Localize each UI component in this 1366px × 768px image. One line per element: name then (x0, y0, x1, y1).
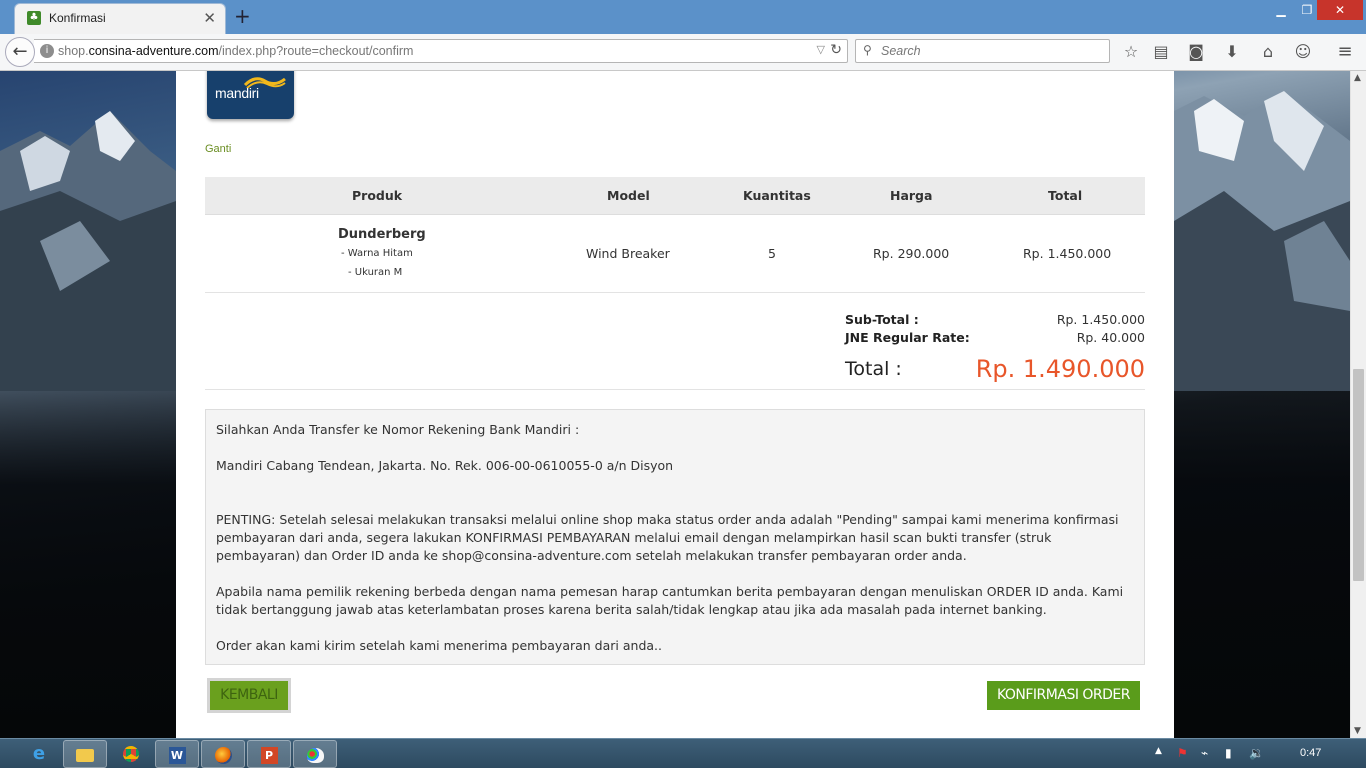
order-table-header: Produk Model Kuantitas Harga Total (205, 177, 1145, 215)
product-name[interactable]: Dunderberg (338, 227, 426, 242)
site-info-icon[interactable]: i (40, 44, 54, 58)
grand-total-label: Total : (845, 358, 902, 380)
checkout-confirm-page: mandiri Ganti Produk Model Kuantitas Har… (176, 71, 1174, 738)
pocket-icon[interactable]: ◙ (1185, 41, 1207, 63)
bookmarks-library-icon[interactable]: ▤ (1150, 41, 1172, 63)
new-tab-button[interactable]: + (234, 4, 251, 28)
scroll-up-icon[interactable]: ▲ (1354, 73, 1361, 83)
word-icon[interactable]: W (155, 740, 199, 768)
start-button[interactable] (0, 739, 16, 768)
paint-icon[interactable] (293, 740, 337, 768)
url-path: /index.php?route=checkout/confirm (218, 44, 414, 58)
system-clock[interactable]: 0:47 (1300, 747, 1321, 759)
internet-explorer-icon[interactable]: e (17, 740, 61, 768)
url-text[interactable]: shop.consina-adventure.com/index.php?rou… (58, 44, 413, 58)
tree-favicon-icon: ♣ (27, 11, 41, 25)
product-option-color: - Warna Hitam (341, 248, 413, 259)
important-notice: PENTING: Setelah selesai melakukan trans… (216, 512, 1119, 563)
page-viewport: mandiri Ganti Produk Model Kuantitas Har… (0, 71, 1350, 738)
close-window-icon[interactable]: ✕ (1317, 0, 1363, 20)
firefox-icon[interactable] (201, 740, 245, 768)
search-placeholder: Search (881, 44, 921, 58)
volume-icon[interactable]: 🔉 (1249, 746, 1264, 760)
search-bar[interactable]: ⚲ Search (855, 39, 1110, 63)
shipping-label: JNE Regular Rate: (845, 330, 970, 345)
vertical-scrollbar[interactable]: ▲ ▼ (1350, 71, 1366, 738)
product-option-size: - Ukuran M (348, 267, 403, 278)
shipping-notice: Order akan kami kirim setelah kami mener… (216, 638, 662, 653)
action-center-flag-icon[interactable]: ⚑ (1177, 746, 1188, 760)
browser-toolbar: i shop.consina-adventure.com/index.php?r… (0, 34, 1366, 71)
subtotal-value: Rp. 1.450.000 (1056, 312, 1145, 327)
table-row: Dunderberg - Warna Hitam - Ukuran M Wind… (205, 215, 1145, 293)
product-model: Wind Breaker (586, 246, 670, 261)
mountain-background-right (1174, 91, 1350, 391)
chrome-icon[interactable] (109, 740, 153, 768)
close-tab-icon[interactable]: ✕ (203, 9, 216, 27)
back-button-kembali[interactable]: KEMBALI (207, 678, 291, 713)
reload-icon[interactable]: ↻ (830, 42, 842, 58)
header-total: Total (1048, 188, 1083, 203)
scroll-down-icon[interactable]: ▼ (1354, 726, 1361, 736)
home-icon[interactable]: ⌂ (1257, 41, 1279, 63)
transfer-instructions: Silahkan Anda Transfer ke Nomor Rekening… (205, 409, 1145, 665)
subtotal-label: Sub-Total : (845, 312, 919, 327)
windows-taskbar: e W P ▲ ⚑ ⌁ ▮ 🔉 0:47 (0, 738, 1366, 768)
show-hidden-icons[interactable]: ▲ (1155, 746, 1162, 756)
browser-titlebar: ♣ Konfirmasi ✕ + ▁ ❐ ✕ (0, 0, 1366, 34)
powerpoint-icon[interactable]: P (247, 740, 291, 768)
url-domain: consina-adventure.com (88, 44, 219, 58)
mandiri-bank-logo: mandiri (207, 71, 294, 119)
network-signal-icon[interactable]: ▮ (1225, 746, 1232, 760)
url-dropdown-icon[interactable]: ▽ (817, 43, 825, 56)
product-quantity: 5 (768, 246, 776, 261)
header-price: Harga (890, 188, 933, 203)
search-icon: ⚲ (863, 43, 872, 57)
url-prefix: shop. (58, 44, 89, 58)
tab-title: Konfirmasi (49, 11, 106, 25)
header-quantity: Kuantitas (743, 188, 811, 203)
bank-account-details: Mandiri Cabang Tendean, Jakarta. No. Rek… (216, 458, 674, 473)
downloads-icon[interactable]: ⬇ (1221, 41, 1243, 63)
browser-tab[interactable]: ♣ Konfirmasi ✕ (14, 3, 226, 34)
bookmark-star-icon[interactable]: ☆ (1120, 41, 1142, 63)
power-plug-icon[interactable]: ⌁ (1201, 746, 1208, 760)
hello-smiley-icon[interactable]: ☺ (1292, 41, 1314, 63)
grand-total-value: Rp. 1.490.000 (975, 355, 1145, 383)
header-model: Model (607, 188, 650, 203)
change-payment-link[interactable]: Ganti (205, 143, 231, 155)
product-total: Rp. 1.450.000 (1023, 246, 1112, 261)
account-name-notice: Apabila nama pemilik rekening berbeda de… (216, 584, 1124, 617)
bank-logo-text: mandiri (215, 85, 259, 101)
minimize-window-icon[interactable]: ▁ (1268, 0, 1294, 20)
product-price: Rp. 290.000 (873, 246, 950, 261)
transfer-intro: Silahkan Anda Transfer ke Nomor Rekening… (216, 422, 580, 437)
mountain-background-left (0, 111, 176, 391)
menu-hamburger-icon[interactable]: ≡ (1334, 41, 1356, 63)
scroll-thumb[interactable] (1353, 369, 1364, 581)
address-bar[interactable]: i shop.consina-adventure.com/index.php?r… (34, 39, 848, 63)
confirm-order-button[interactable]: KONFIRMASI ORDER (987, 681, 1140, 710)
shipping-value: Rp. 40.000 (1076, 330, 1145, 345)
back-button[interactable]: ← (5, 37, 35, 67)
file-explorer-icon[interactable] (63, 740, 107, 768)
header-product: Produk (352, 188, 403, 203)
order-totals: Sub-Total : Rp. 1.450.000 JNE Regular Ra… (205, 293, 1145, 390)
